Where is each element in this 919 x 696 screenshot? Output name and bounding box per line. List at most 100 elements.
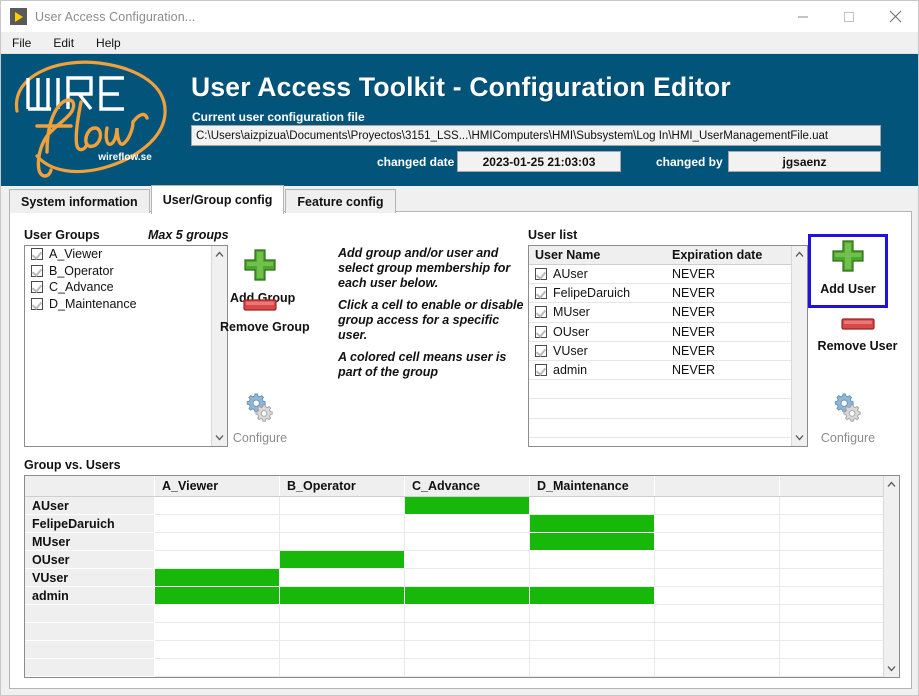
grid-cell-empty[interactable] (280, 533, 405, 551)
grid-inner[interactable]: A_Viewer B_Operator C_Advance D_Maintenance… (25, 476, 883, 677)
grid-row-header[interactable] (25, 623, 155, 641)
user-enabled-checkbox[interactable] (535, 306, 547, 319)
grid-cell-empty[interactable] (780, 659, 883, 677)
user-list-row[interactable]: admin NEVER (529, 361, 791, 381)
user-list-row[interactable]: FelipeDaruich NEVER (529, 284, 791, 304)
grid-cell-member[interactable] (405, 587, 530, 605)
grid-cell-empty[interactable] (155, 497, 280, 515)
grid-cell-empty[interactable] (655, 569, 780, 587)
user-groups-scrollbar[interactable] (211, 246, 227, 446)
user-list-table[interactable]: User Name Expiration date AUser NEVER Feli… (528, 245, 808, 447)
grid-cell-empty[interactable] (655, 659, 780, 677)
user-enabled-checkbox[interactable] (535, 325, 547, 338)
maximize-icon[interactable] (826, 1, 872, 32)
group-list-item-empty[interactable] (25, 395, 211, 412)
scroll-down-icon[interactable] (795, 429, 804, 446)
grid-column-header[interactable]: A_Viewer (155, 476, 280, 496)
group-list-item[interactable]: B_Operator (25, 263, 211, 280)
grid-cell-empty[interactable] (655, 497, 780, 515)
remove-user-button[interactable]: Remove User (810, 317, 905, 353)
group-list-item-empty[interactable] (25, 429, 211, 446)
menu-file[interactable]: File (10, 34, 40, 52)
grid-cell-member[interactable] (530, 587, 655, 605)
grid-cell-empty[interactable] (530, 623, 655, 641)
group-list-item-empty[interactable] (25, 312, 211, 329)
user-enabled-checkbox[interactable] (535, 287, 547, 300)
config-file-path-field[interactable]: C:\Users\aizpizua\Documents\Proyectos\31… (191, 125, 881, 146)
grid-row-header[interactable]: AUser (25, 497, 155, 515)
user-list-rows[interactable]: AUser NEVER FelipeDaruich NEVER MUser NEVER OU… (529, 265, 791, 446)
grid-cell-empty[interactable] (655, 587, 780, 605)
tab-feature-config[interactable]: Feature config (285, 189, 396, 213)
grid-cell-empty[interactable] (155, 659, 280, 677)
group-list-item-empty[interactable] (25, 445, 211, 446)
grid-row-header[interactable] (25, 605, 155, 623)
user-list-inner[interactable]: User Name Expiration date AUser NEVER Feli… (529, 246, 791, 446)
grid-row-header[interactable]: VUser (25, 569, 155, 587)
grid-cell-member[interactable] (405, 497, 530, 515)
menu-edit[interactable]: Edit (51, 34, 83, 52)
grid-cell-empty[interactable] (780, 623, 883, 641)
group-list-item[interactable]: A_Viewer (25, 246, 211, 263)
tab-system-information[interactable]: System information (9, 189, 150, 213)
grid-cell-empty[interactable] (405, 659, 530, 677)
grid-row-header[interactable] (25, 641, 155, 659)
group-enabled-checkbox[interactable] (31, 281, 43, 294)
grid-cell-empty[interactable] (405, 551, 530, 569)
group-list-item-empty[interactable] (25, 412, 211, 429)
grid-cell-empty[interactable] (780, 497, 883, 515)
grid-cell-empty[interactable] (655, 623, 780, 641)
grid-cell-empty[interactable] (280, 659, 405, 677)
add-group-button[interactable]: Add Group (230, 248, 295, 305)
user-list-row-empty[interactable] (529, 438, 791, 446)
user-groups-rows[interactable]: A_Viewer B_Operator C_Advance D_Maintenance (25, 246, 211, 446)
configure-group-button[interactable]: Configure (230, 392, 290, 445)
grid-cell-empty[interactable] (655, 551, 780, 569)
grid-cell-empty[interactable] (405, 641, 530, 659)
grid-cell-empty[interactable] (280, 569, 405, 587)
grid-cell-empty[interactable] (780, 605, 883, 623)
grid-cell-member[interactable] (155, 587, 280, 605)
grid-body[interactable]: AUser FelipeDaruich MUser OUser VUser admin (25, 497, 883, 677)
grid-cell-empty[interactable] (655, 641, 780, 659)
add-user-button[interactable]: Add User (818, 239, 878, 296)
grid-cell-empty[interactable] (280, 515, 405, 533)
grid-cell-member[interactable] (280, 587, 405, 605)
grid-cell-empty[interactable] (780, 551, 883, 569)
menu-help[interactable]: Help (94, 34, 130, 52)
grid-cell-empty[interactable] (530, 641, 655, 659)
grid-cell-member[interactable] (530, 515, 655, 533)
grid-row-header[interactable]: admin (25, 587, 155, 605)
grid-cell-member[interactable] (530, 533, 655, 551)
user-list-row[interactable]: AUser NEVER (529, 265, 791, 285)
grid-cell-empty[interactable] (530, 605, 655, 623)
grid-cell-empty[interactable] (780, 587, 883, 605)
minimize-icon[interactable] (780, 1, 826, 32)
user-list-row-empty[interactable] (529, 399, 791, 419)
scroll-up-icon[interactable] (215, 246, 224, 263)
group-vs-users-grid[interactable]: A_Viewer B_Operator C_Advance D_Maintenance… (24, 475, 900, 678)
scroll-up-icon[interactable] (795, 246, 804, 263)
configure-user-button[interactable]: Configure (818, 392, 878, 445)
grid-cell-empty[interactable] (155, 533, 280, 551)
grid-cell-empty[interactable] (155, 551, 280, 569)
user-list-row[interactable]: OUser NEVER (529, 323, 791, 342)
grid-cell-empty[interactable] (155, 623, 280, 641)
grid-cell-member[interactable] (155, 569, 280, 587)
grid-cell-empty[interactable] (780, 515, 883, 533)
grid-row-header[interactable]: OUser (25, 551, 155, 569)
user-enabled-checkbox[interactable] (535, 344, 547, 357)
group-list-item-empty[interactable] (25, 346, 211, 363)
grid-cell-empty[interactable] (280, 605, 405, 623)
group-enabled-checkbox[interactable] (31, 264, 43, 277)
scroll-down-icon[interactable] (215, 429, 224, 446)
grid-cell-empty[interactable] (530, 551, 655, 569)
grid-cell-empty[interactable] (405, 605, 530, 623)
user-list-row[interactable]: VUser NEVER (529, 342, 791, 361)
group-list-item-empty[interactable] (25, 379, 211, 396)
grid-row-header[interactable] (25, 659, 155, 677)
grid-cell-empty[interactable] (780, 533, 883, 551)
grid-cell-empty[interactable] (530, 569, 655, 587)
grid-row-header[interactable]: FelipeDaruich (25, 515, 155, 533)
grid-cell-empty[interactable] (405, 533, 530, 551)
